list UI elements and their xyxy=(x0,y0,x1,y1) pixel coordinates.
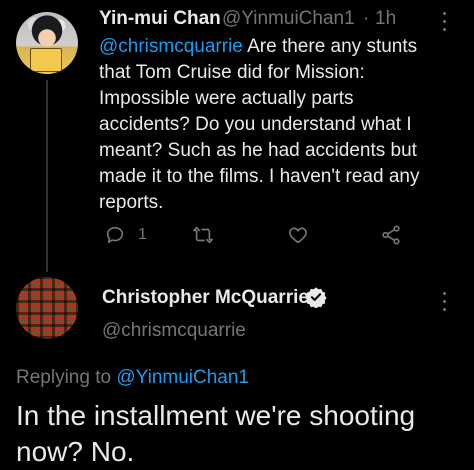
replying-handle-link[interactable]: @YinmuiChan1 xyxy=(116,367,249,388)
separator-dot: · xyxy=(363,8,370,29)
author-handle[interactable]: @chrismcquarrie xyxy=(102,320,246,342)
like-button[interactable] xyxy=(287,222,309,248)
thread-connector xyxy=(46,80,48,272)
replying-label: Replying to xyxy=(16,367,117,388)
timestamp[interactable]: 1h xyxy=(375,8,396,30)
reply-button[interactable]: 1 xyxy=(104,222,147,248)
reply-icon xyxy=(106,226,124,244)
tweet-body: Are there any stunts that Tom Cruise did… xyxy=(99,36,420,213)
mention-link[interactable]: @chrismcquarrie xyxy=(99,36,243,57)
author-name[interactable]: Christopher McQuarrie xyxy=(102,287,309,309)
tweet-text: @chrismcquarrie Are there any stunts tha… xyxy=(99,34,444,216)
tweet-text: In the installment we're shooting now? N… xyxy=(16,400,416,467)
heart-icon xyxy=(289,227,307,244)
more-options-icon[interactable] xyxy=(443,12,449,36)
share-icon xyxy=(382,225,400,245)
share-button[interactable] xyxy=(380,222,402,248)
retweet-button[interactable] xyxy=(192,222,214,248)
avatar[interactable] xyxy=(16,12,78,74)
book-image xyxy=(30,48,62,72)
verified-badge-icon xyxy=(305,287,327,308)
author-name[interactable]: Yin-mui Chan xyxy=(99,8,221,30)
reply-count: 1 xyxy=(138,226,147,243)
author-handle[interactable]: @YinmuiChan1 xyxy=(222,8,355,30)
retweet-icon xyxy=(193,226,213,244)
more-options-icon[interactable] xyxy=(443,292,449,316)
replying-to: Replying to @YinmuiChan1 xyxy=(16,367,249,389)
avatar[interactable] xyxy=(16,277,78,339)
